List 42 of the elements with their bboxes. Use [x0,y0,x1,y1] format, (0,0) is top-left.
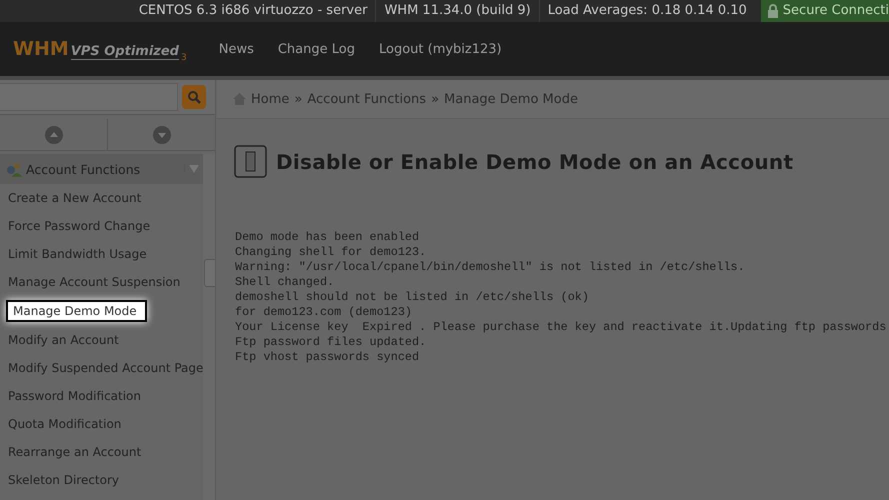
breadcrumb-separator: » [431,92,440,106]
section-header[interactable]: Account Functions [0,154,204,184]
sidebar-item[interactable]: Manage Account Suspension [0,268,204,296]
logo-mark: 3 [180,53,187,63]
output-line: Ftp vhost passwords synced [235,350,420,365]
sidebar-item[interactable]: Force Password Change [0,212,204,240]
sidebar-item[interactable]: Create a New Account [0,184,204,212]
sidebar-item[interactable]: Skeleton Directory [0,466,204,494]
output-line: Changing shell for demo123. [235,245,428,260]
nav-link[interactable]: Logout (mybiz123) [378,42,502,56]
output-line: Shell changed. [235,275,336,290]
breadcrumb-link[interactable]: Manage Demo Mode [444,92,578,106]
logo-text: WHM [13,38,69,60]
secure-connection-label: Secure Connecti [782,2,889,20]
sidebar-item[interactable]: Modify an Account [0,326,204,354]
breadcrumb-link[interactable]: Account Functions [307,92,426,106]
switch-icon [234,145,267,178]
scrollbar[interactable] [203,154,215,500]
output-line: Ftp password files updated. [235,335,428,350]
search-button[interactable] [182,85,206,109]
output-line: demoshell should not be listed in /etc/shells (ok) [235,290,590,305]
logo-subtitle: VPS Optimized [70,44,179,60]
output-line: Demo mode has been enabled [235,230,420,245]
status-text: CENTOS 6.3 i686 virtuozzo - server [138,2,368,20]
nav-link[interactable]: News [218,42,254,56]
sidebar-item[interactable]: Modify Suspended Account Page [0,354,204,382]
sidebar-item[interactable]: Password Modification [0,382,204,410]
breadcrumb-link[interactable]: Home [251,92,290,106]
sidebar-item[interactable]: Rearrange an Account [0,438,204,466]
sidebar-item[interactable]: Limit Bandwidth Usage [0,240,204,268]
section-title: Account Functions [26,162,142,176]
breadcrumb-separator: » [294,92,302,106]
sidebar-item[interactable]: Quota Modification [0,410,204,438]
sidebar-item[interactable]: Manage Demo Mode [6,300,147,322]
output-line: Warning: "/usr/local/cpanel/bin/demoshell" is not listed in /etc/shells. [235,260,746,275]
search-icon [187,90,201,104]
nav-link[interactable]: Change Log [278,42,355,56]
lock-icon [766,4,779,18]
caret-icon[interactable] [189,165,200,173]
output-line: Your License key Expired . Please purchase the key and reactivate it.Updating ftp passwords [235,320,888,335]
page-title: Disable or Enable Demo Mode on an Account [276,150,794,174]
output-line: for demo123.com (demo123) [235,305,413,320]
